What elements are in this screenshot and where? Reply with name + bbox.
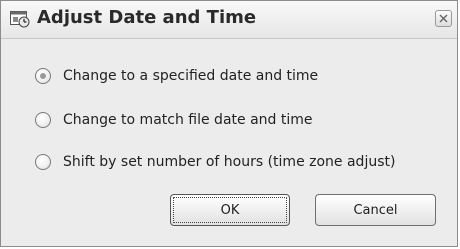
dialog-title: Adjust Date and Time <box>37 7 257 28</box>
option-specified-date[interactable]: Change to a specified date and time <box>35 65 318 87</box>
option-label-shift-hours: Shift by set number of hours (time zone … <box>63 154 396 170</box>
ok-button[interactable]: OK <box>170 194 290 226</box>
radio-shift-hours[interactable] <box>35 154 51 170</box>
close-button[interactable] <box>435 10 452 27</box>
cancel-button[interactable]: Cancel <box>315 194 436 226</box>
close-icon <box>439 14 448 23</box>
option-label-match-file-date: Change to match file date and time <box>63 112 313 128</box>
option-shift-hours[interactable]: Shift by set number of hours (time zone … <box>35 151 395 173</box>
clock-window-icon <box>10 10 30 28</box>
radio-match-file-date[interactable] <box>35 112 51 128</box>
title-bar[interactable]: Adjust Date and Time <box>1 1 457 39</box>
option-label-specified-date: Change to a specified date and time <box>63 68 319 84</box>
option-match-file-date[interactable]: Change to match file date and time <box>35 109 313 131</box>
radio-specified-date[interactable] <box>35 68 51 84</box>
adjust-date-time-dialog: Adjust Date and Time Change to a specifi… <box>0 0 458 247</box>
